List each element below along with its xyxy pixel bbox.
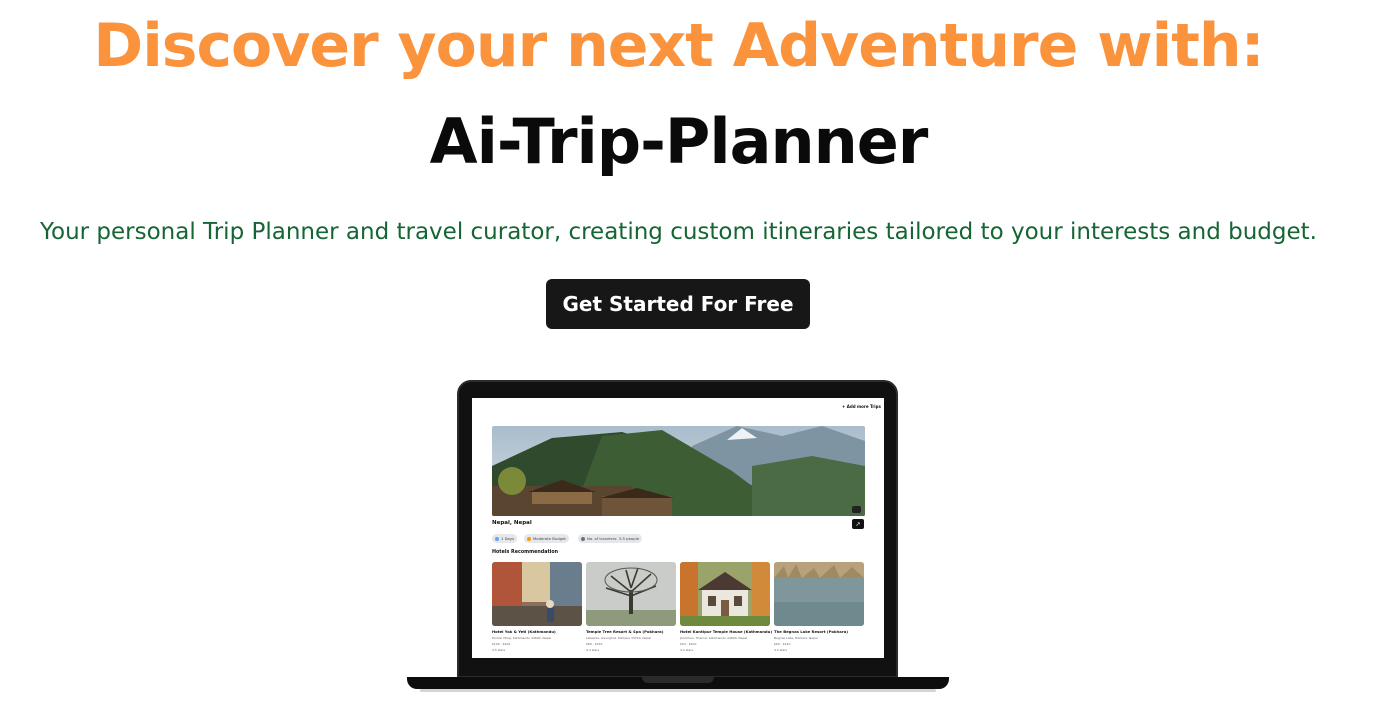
- hotel-address: Durbar Marg, Kathmandu 44600, Nepal: [492, 636, 552, 640]
- hotel-name: The Begnas Lake Resort (Pokhara): [774, 629, 848, 634]
- laptop-screen-preview: + Add more Trips Nepal, Nepal ↗ 1 Days M…: [472, 398, 884, 658]
- share-icon: ↗: [852, 519, 864, 529]
- hotel-price: $100 - $200: [492, 642, 511, 646]
- hotel-image: [492, 562, 582, 626]
- chip-travelers-label: No. of travelers: 3-5 people: [587, 536, 640, 541]
- hero-app-name: Ai-Trip-Planner: [429, 105, 929, 178]
- money-icon: [527, 536, 531, 541]
- hotel-card: Temple Tree Resort & Spa (Pokhara) Lakes…: [586, 562, 676, 656]
- laptop-shadow: [420, 689, 936, 692]
- hotel-name: Hotel Yak & Yeti (Kathmandu): [492, 629, 556, 634]
- hotel-card: The Begnas Lake Resort (Pokhara) Begnas …: [774, 562, 864, 656]
- hotel-card: Hotel Yak & Yeti (Kathmandu) Durbar Marg…: [492, 562, 582, 656]
- add-trips-link: + Add more Trips: [842, 404, 881, 409]
- chip-travelers: No. of travelers: 3-5 people: [578, 534, 643, 543]
- hotel-rating: 4.4 stars: [586, 648, 600, 652]
- hotel-image: [680, 562, 770, 626]
- chip-budget: Moderate Budget: [524, 534, 569, 543]
- hotel-address: Jhochhen, Thamel, Kathmandu 44600, Nepal: [680, 636, 748, 640]
- hotel-address: Begnas Lake, Pokhara, Nepal: [774, 636, 818, 640]
- people-icon: [581, 536, 585, 541]
- hotel-image: [586, 562, 676, 626]
- calendar-icon: [495, 536, 499, 541]
- camera-icon: [852, 506, 861, 513]
- chip-days-label: 1 Days: [501, 536, 515, 541]
- hotel-price: $80 - $150: [586, 642, 603, 646]
- destination-title: Nepal, Nepal: [492, 520, 532, 526]
- chip-days: 1 Days: [492, 534, 518, 543]
- hotel-card: Hotel Kantipur Temple House (Kathmandu) …: [680, 562, 773, 656]
- hotel-name: Temple Tree Resort & Spa (Pokhara): [586, 629, 664, 634]
- hero-description: Your personal Trip Planner and travel cu…: [40, 219, 1317, 245]
- hotel-image: [774, 562, 864, 626]
- hotel-rating: 4.2 stars: [680, 648, 694, 652]
- destination-banner-image: [492, 426, 865, 516]
- hotel-rating: 4.3 stars: [774, 648, 788, 652]
- hotel-rating: 4.5 stars: [492, 648, 506, 652]
- hotels-section-title: Hotels Recommendation: [492, 550, 559, 555]
- hotel-price: $60 - $120: [774, 642, 791, 646]
- chip-budget-label: Moderate Budget: [533, 536, 566, 541]
- get-started-button[interactable]: Get Started For Free: [546, 279, 810, 329]
- hotel-address: Lakeside, Gaurighat, Pokhara 33700, Nepa…: [586, 636, 652, 640]
- hero-title: Discover your next Adventure with:: [93, 11, 1264, 81]
- laptop-notch: [642, 677, 714, 683]
- hotel-price: $50 - $100: [680, 642, 697, 646]
- hotel-name: Hotel Kantipur Temple House (Kathmandu): [680, 629, 773, 634]
